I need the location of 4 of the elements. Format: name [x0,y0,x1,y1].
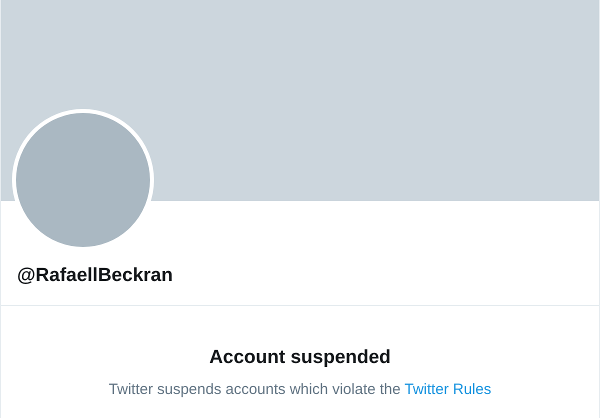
suspension-title: Account suspended [209,347,391,369]
rules-link[interactable]: Twitter Rules [404,381,492,398]
profile-handle: @RafaellBeckran [17,265,174,287]
suspension-message: Twitter suspends accounts which violate the Twitter Rules [108,381,492,398]
